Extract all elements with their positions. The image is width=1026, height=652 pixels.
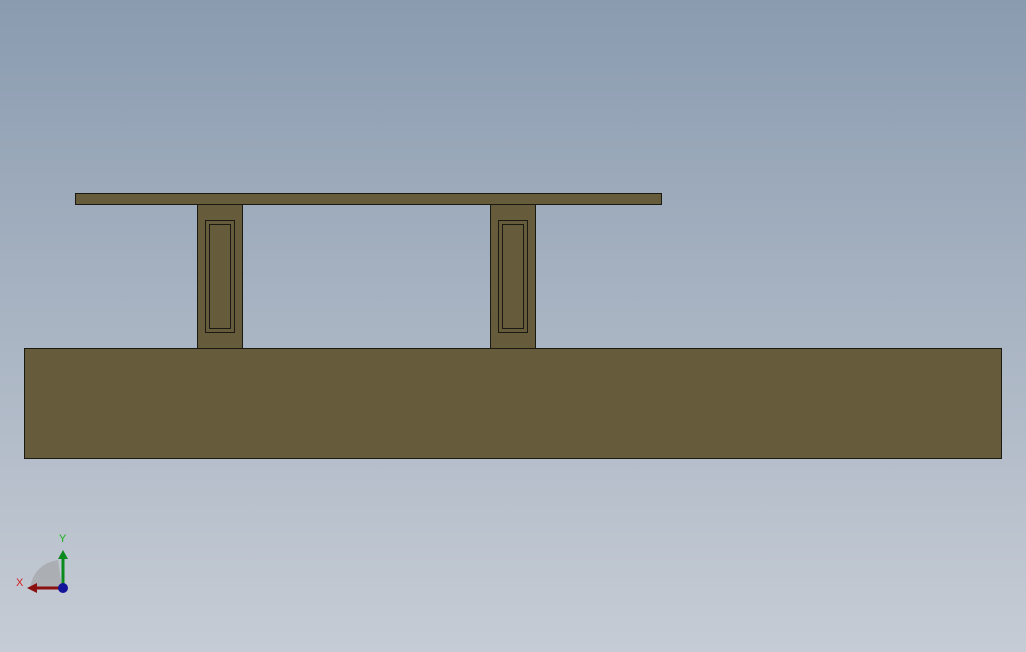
- support-left-recess: [205, 220, 235, 333]
- base-plate[interactable]: [24, 348, 1002, 459]
- x-axis-label: X: [16, 577, 24, 589]
- support-right[interactable]: [490, 204, 536, 349]
- support-left[interactable]: [197, 204, 243, 349]
- top-plate[interactable]: [75, 193, 662, 205]
- y-axis-arrowhead: [58, 550, 68, 559]
- triad-graphic: [27, 550, 68, 593]
- support-right-inner-recess: [502, 224, 524, 329]
- y-axis-label: Y: [59, 533, 67, 545]
- reference-triad: X Y: [10, 530, 80, 600]
- support-right-recess: [498, 220, 528, 333]
- support-left-inner-recess: [209, 224, 231, 329]
- z-axis-dot: [58, 583, 68, 593]
- graphics-viewport[interactable]: X Y: [0, 0, 1026, 652]
- triad-plane-shape: [30, 560, 62, 588]
